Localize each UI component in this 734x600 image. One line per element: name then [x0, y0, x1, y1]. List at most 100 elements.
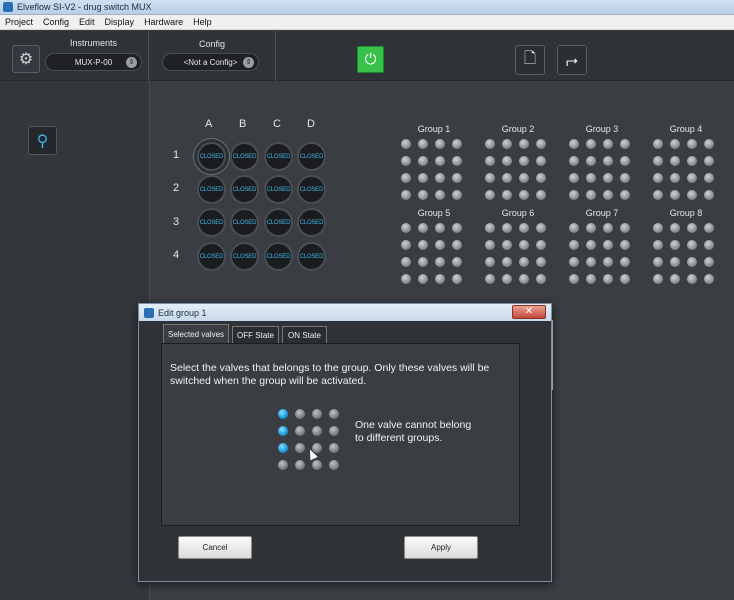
group-valve-dot	[418, 257, 428, 267]
group-valve-dot	[670, 190, 680, 200]
spinner-icon[interactable]: ⇕	[243, 57, 254, 68]
valve-select-toggle[interactable]	[312, 460, 322, 470]
group-valve-dot	[502, 139, 512, 149]
tab-off-state[interactable]: OFF State	[232, 326, 279, 343]
group-valve-dot	[670, 223, 680, 233]
menu-hardware[interactable]: Hardware	[139, 17, 188, 27]
valve-a1[interactable]: CLOSED	[197, 142, 226, 171]
group-valve-dot	[586, 139, 596, 149]
group-valve-dot	[603, 190, 613, 200]
group-valve-dot	[519, 257, 529, 267]
group-valve-dot	[485, 139, 495, 149]
valve-c3[interactable]: CLOSED	[264, 208, 293, 237]
group-label-4: Group 4	[669, 124, 703, 134]
location-pin-button[interactable]: ⚲	[28, 126, 57, 155]
column-label-c: C	[273, 118, 281, 130]
tab-on-state[interactable]: ON State	[282, 326, 327, 343]
group-valve-dot	[704, 190, 714, 200]
group-valve-dot	[485, 156, 495, 166]
group-valve-dot	[519, 156, 529, 166]
menu-project[interactable]: Project	[0, 17, 38, 27]
route-button[interactable]: ⮣	[557, 45, 587, 75]
group-valve-dot	[435, 257, 445, 267]
valve-select-toggle[interactable]	[295, 426, 305, 436]
valve-a4[interactable]: CLOSED	[197, 242, 226, 271]
valve-select-toggle[interactable]	[329, 443, 339, 453]
valve-select-toggle[interactable]	[329, 460, 339, 470]
close-button[interactable]: ✕	[512, 305, 546, 319]
config-label: Config	[199, 39, 226, 49]
row-label-1: 1	[173, 149, 180, 161]
valve-c1[interactable]: CLOSED	[264, 142, 293, 171]
group-valve-dot	[569, 223, 579, 233]
row-label-2: 2	[173, 182, 180, 194]
tab-panel: Select the valves that belongs to the gr…	[161, 343, 520, 526]
group-valve-dot	[586, 257, 596, 267]
valve-d3[interactable]: CLOSED	[297, 208, 326, 237]
apply-button[interactable]: Apply	[404, 536, 478, 559]
cancel-button[interactable]: Cancel	[178, 536, 252, 559]
tab-selected-valves[interactable]: Selected valves	[163, 324, 229, 343]
group-valve-dot	[603, 274, 613, 284]
valve-a2[interactable]: CLOSED	[197, 175, 226, 204]
group-valve-dot	[485, 257, 495, 267]
group-valve-dot	[519, 274, 529, 284]
group-valve-dot	[687, 223, 697, 233]
power-button[interactable]: ⏻	[357, 46, 384, 73]
valve-select-toggle[interactable]	[295, 460, 305, 470]
group-valve-dot	[670, 139, 680, 149]
group-label-3: Group 3	[585, 124, 619, 134]
valve-d1[interactable]: CLOSED	[297, 142, 326, 171]
menu-edit[interactable]: Edit	[74, 17, 100, 27]
instructions-text: Select the valves that belongs to the gr…	[170, 362, 490, 387]
spinner-icon[interactable]: ⇕	[126, 57, 137, 68]
valve-b1[interactable]: CLOSED	[230, 142, 259, 171]
group-valve-dot	[519, 190, 529, 200]
group-valve-dot	[418, 240, 428, 250]
gear-icon[interactable]: ⚙	[12, 45, 40, 73]
group-valve-dot	[704, 274, 714, 284]
group-valve-dot	[452, 156, 462, 166]
valve-select-toggle[interactable]	[278, 460, 288, 470]
valve-c2[interactable]: CLOSED	[264, 175, 293, 204]
valve-select-toggle[interactable]	[329, 409, 339, 419]
valve-select-toggle[interactable]	[295, 443, 305, 453]
menu-help[interactable]: Help	[188, 17, 217, 27]
valve-select-toggle[interactable]	[278, 409, 288, 419]
valve-select-toggle[interactable]	[312, 426, 322, 436]
group-valve-dot	[485, 274, 495, 284]
group-valve-dot	[502, 173, 512, 183]
group-valve-dot	[603, 139, 613, 149]
group-valve-dot	[687, 257, 697, 267]
group-valve-dot	[418, 190, 428, 200]
note-text: One valve cannot belong to different gro…	[355, 419, 472, 444]
group-valve-dot	[536, 240, 546, 250]
valve-select-toggle[interactable]	[278, 426, 288, 436]
valve-select-toggle[interactable]	[312, 409, 322, 419]
instrument-select[interactable]: MUX-P-00 ⇕	[45, 53, 142, 71]
valve-select-toggle[interactable]	[278, 443, 288, 453]
group-valve-dot	[704, 139, 714, 149]
valve-b3[interactable]: CLOSED	[230, 208, 259, 237]
valve-a3[interactable]: CLOSED	[197, 208, 226, 237]
valve-select-toggle[interactable]	[295, 409, 305, 419]
group-valve-dot	[620, 156, 630, 166]
valve-select-toggle[interactable]	[329, 426, 339, 436]
valve-b4[interactable]: CLOSED	[230, 242, 259, 271]
menu-display[interactable]: Display	[100, 17, 140, 27]
row-label-3: 3	[173, 216, 180, 228]
valve-d4[interactable]: CLOSED	[297, 242, 326, 271]
group-valve-dot	[569, 139, 579, 149]
config-select[interactable]: <Not a Config> ⇕	[162, 53, 259, 71]
menu-config[interactable]: Config	[38, 17, 74, 27]
valve-c4[interactable]: CLOSED	[264, 242, 293, 271]
add-file-icon: 🗋	[523, 49, 537, 67]
edit-group-dialog: Edit group 1 ✕ Selected valves OFF State…	[138, 303, 552, 582]
add-file-button[interactable]: 🗋	[515, 45, 545, 75]
group-valve-dot	[502, 156, 512, 166]
group-valve-dot	[435, 223, 445, 233]
column-label-d: D	[307, 118, 315, 130]
group-valve-dot	[536, 139, 546, 149]
valve-b2[interactable]: CLOSED	[230, 175, 259, 204]
valve-d2[interactable]: CLOSED	[297, 175, 326, 204]
